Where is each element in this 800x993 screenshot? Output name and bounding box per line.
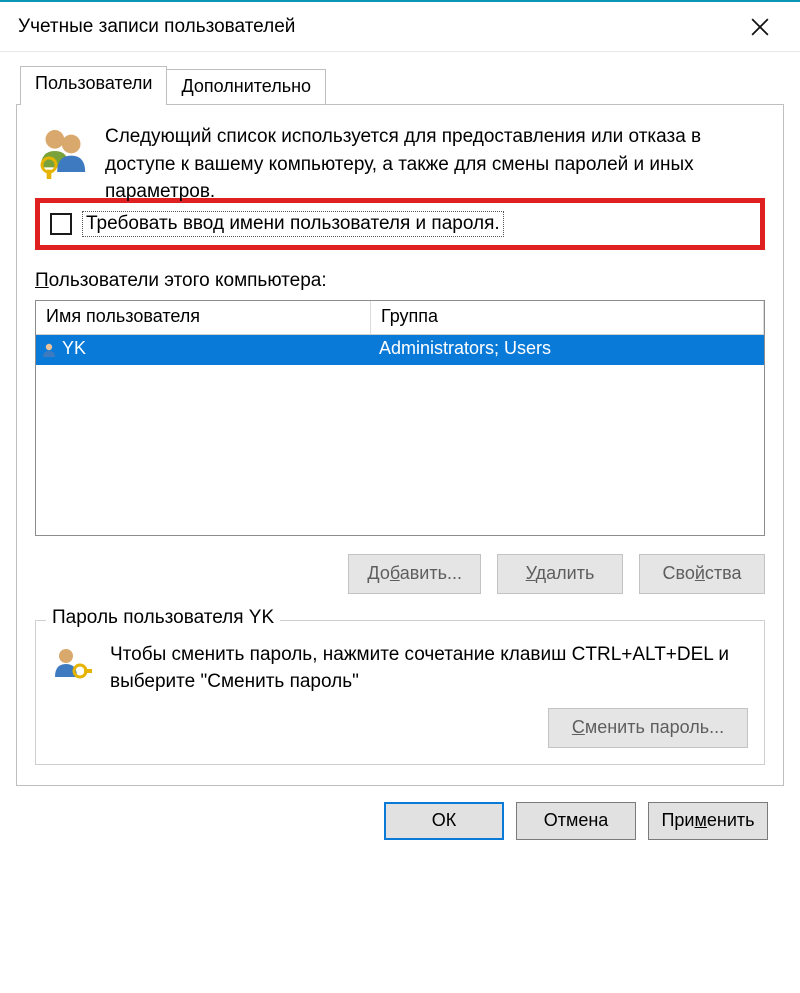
intro-row: Следующий список используется для предос… [35, 123, 765, 206]
user-row-group: Administrators; Users [371, 335, 764, 365]
tab-advanced[interactable]: Дополнительно [166, 69, 326, 105]
users-list-header: Имя пользователя Группа [36, 301, 764, 335]
user-properties-button[interactable]: Свойства [639, 554, 765, 594]
password-groupbox-legend: Пароль пользователя YK [46, 607, 280, 629]
users-listbox[interactable]: Имя пользователя Группа YK Administrator… [35, 300, 765, 536]
users-icon [35, 123, 91, 179]
user-row[interactable]: YK Administrators; Users [36, 335, 764, 365]
users-list-label: Пользователи этого компьютера: [35, 270, 765, 292]
add-user-button[interactable]: Добавить... [348, 554, 481, 594]
apply-button[interactable]: Применить [648, 802, 768, 840]
dialog-buttons: ОК Отмена Применить [16, 786, 784, 840]
change-password-button[interactable]: Сменить пароль... [548, 708, 748, 748]
password-info-text: Чтобы сменить пароль, нажмите сочетание … [110, 641, 748, 696]
window-title: Учетные записи пользователей [18, 16, 295, 38]
tab-users-label: Пользователи [35, 73, 152, 93]
user-buttons-row: Добавить... Удалить Свойства [35, 554, 765, 594]
password-info-row: Чтобы сменить пароль, нажмите сочетание … [52, 641, 748, 696]
user-row-name: YK [58, 335, 371, 365]
column-group[interactable]: Группа [371, 301, 764, 334]
tab-page-users: Следующий список используется для предос… [16, 104, 784, 786]
user-key-icon [52, 645, 92, 685]
cancel-button[interactable]: Отмена [516, 802, 636, 840]
column-username[interactable]: Имя пользователя [36, 301, 371, 334]
close-button[interactable] [738, 5, 782, 49]
require-credentials-label: Требовать ввод имени пользователя и паро… [84, 213, 502, 235]
close-icon [751, 18, 769, 36]
remove-user-button[interactable]: Удалить [497, 554, 623, 594]
ok-button[interactable]: ОК [384, 802, 504, 840]
tab-users[interactable]: Пользователи [20, 66, 167, 105]
password-groupbox: Пароль пользователя YK Чтобы сменить пар… [35, 620, 765, 765]
title-bar: Учетные записи пользователей [0, 2, 800, 52]
intro-text: Следующий список используется для предос… [105, 123, 765, 206]
require-credentials-checkbox[interactable] [50, 213, 72, 235]
tab-strip: Пользователи Дополнительно [20, 66, 784, 105]
tab-advanced-label: Дополнительно [181, 76, 311, 96]
user-row-icon [36, 335, 58, 365]
